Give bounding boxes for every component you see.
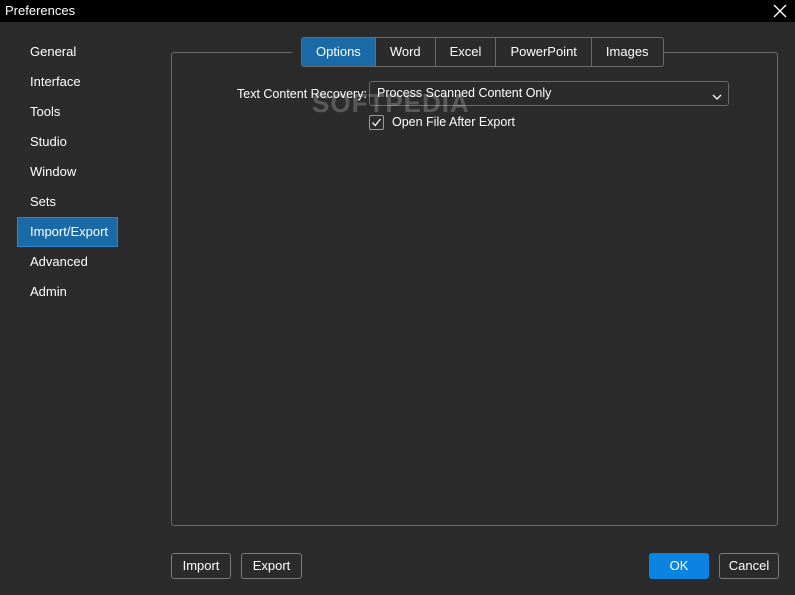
sidebar-item-advanced[interactable]: Advanced — [17, 247, 118, 277]
text-content-recovery-select[interactable]: Process Scanned Content Only — [369, 81, 729, 106]
tab-options[interactable]: Options — [302, 38, 376, 66]
select-value: Process Scanned Content Only — [377, 86, 552, 100]
close-icon[interactable] — [771, 2, 789, 20]
tab-images[interactable]: Images — [592, 38, 663, 66]
sidebar-item-interface[interactable]: Interface — [17, 67, 118, 97]
open-file-after-export-label[interactable]: Open File After Export — [392, 115, 515, 129]
chevron-down-icon — [712, 89, 722, 100]
open-file-after-export-checkbox[interactable] — [369, 115, 384, 130]
checkmark-icon — [372, 118, 382, 127]
export-button[interactable]: Export — [241, 553, 302, 579]
sidebar-item-window[interactable]: Window — [17, 157, 118, 187]
cancel-button[interactable]: Cancel — [719, 553, 779, 579]
sidebar-item-sets[interactable]: Sets — [17, 187, 118, 217]
title-bar: Preferences — [0, 0, 795, 22]
sidebar-item-label: Sets — [30, 194, 57, 209]
tab-bar: Options Word Excel PowerPoint Images — [301, 37, 664, 67]
sidebar-item-admin[interactable]: Admin — [17, 277, 118, 307]
sidebar-item-label: General — [30, 44, 77, 59]
sidebar-item-import-export[interactable]: Import/Export — [17, 217, 118, 247]
sidebar-item-studio[interactable]: Studio — [17, 127, 118, 157]
sidebar-item-label: Import/Export — [30, 224, 109, 239]
sidebar-item-label: Window — [30, 164, 77, 179]
tab-powerpoint[interactable]: PowerPoint — [496, 38, 592, 66]
sidebar-item-general[interactable]: General — [17, 37, 118, 67]
sidebar-item-label: Studio — [30, 134, 67, 149]
sidebar-item-label: Admin — [30, 284, 67, 299]
tab-word[interactable]: Word — [376, 38, 436, 66]
import-button[interactable]: Import — [171, 553, 231, 579]
sidebar: General Interface Tools Studio Window Se… — [17, 37, 118, 307]
window-title: Preferences — [5, 3, 76, 18]
sidebar-item-label: Interface — [30, 74, 81, 89]
ok-button[interactable]: OK — [649, 553, 709, 579]
text-content-recovery-label: Text Content Recovery: — [237, 87, 367, 101]
sidebar-item-label: Tools — [30, 104, 61, 119]
sidebar-item-label: Advanced — [30, 254, 88, 269]
sidebar-item-tools[interactable]: Tools — [17, 97, 118, 127]
tab-excel[interactable]: Excel — [436, 38, 497, 66]
